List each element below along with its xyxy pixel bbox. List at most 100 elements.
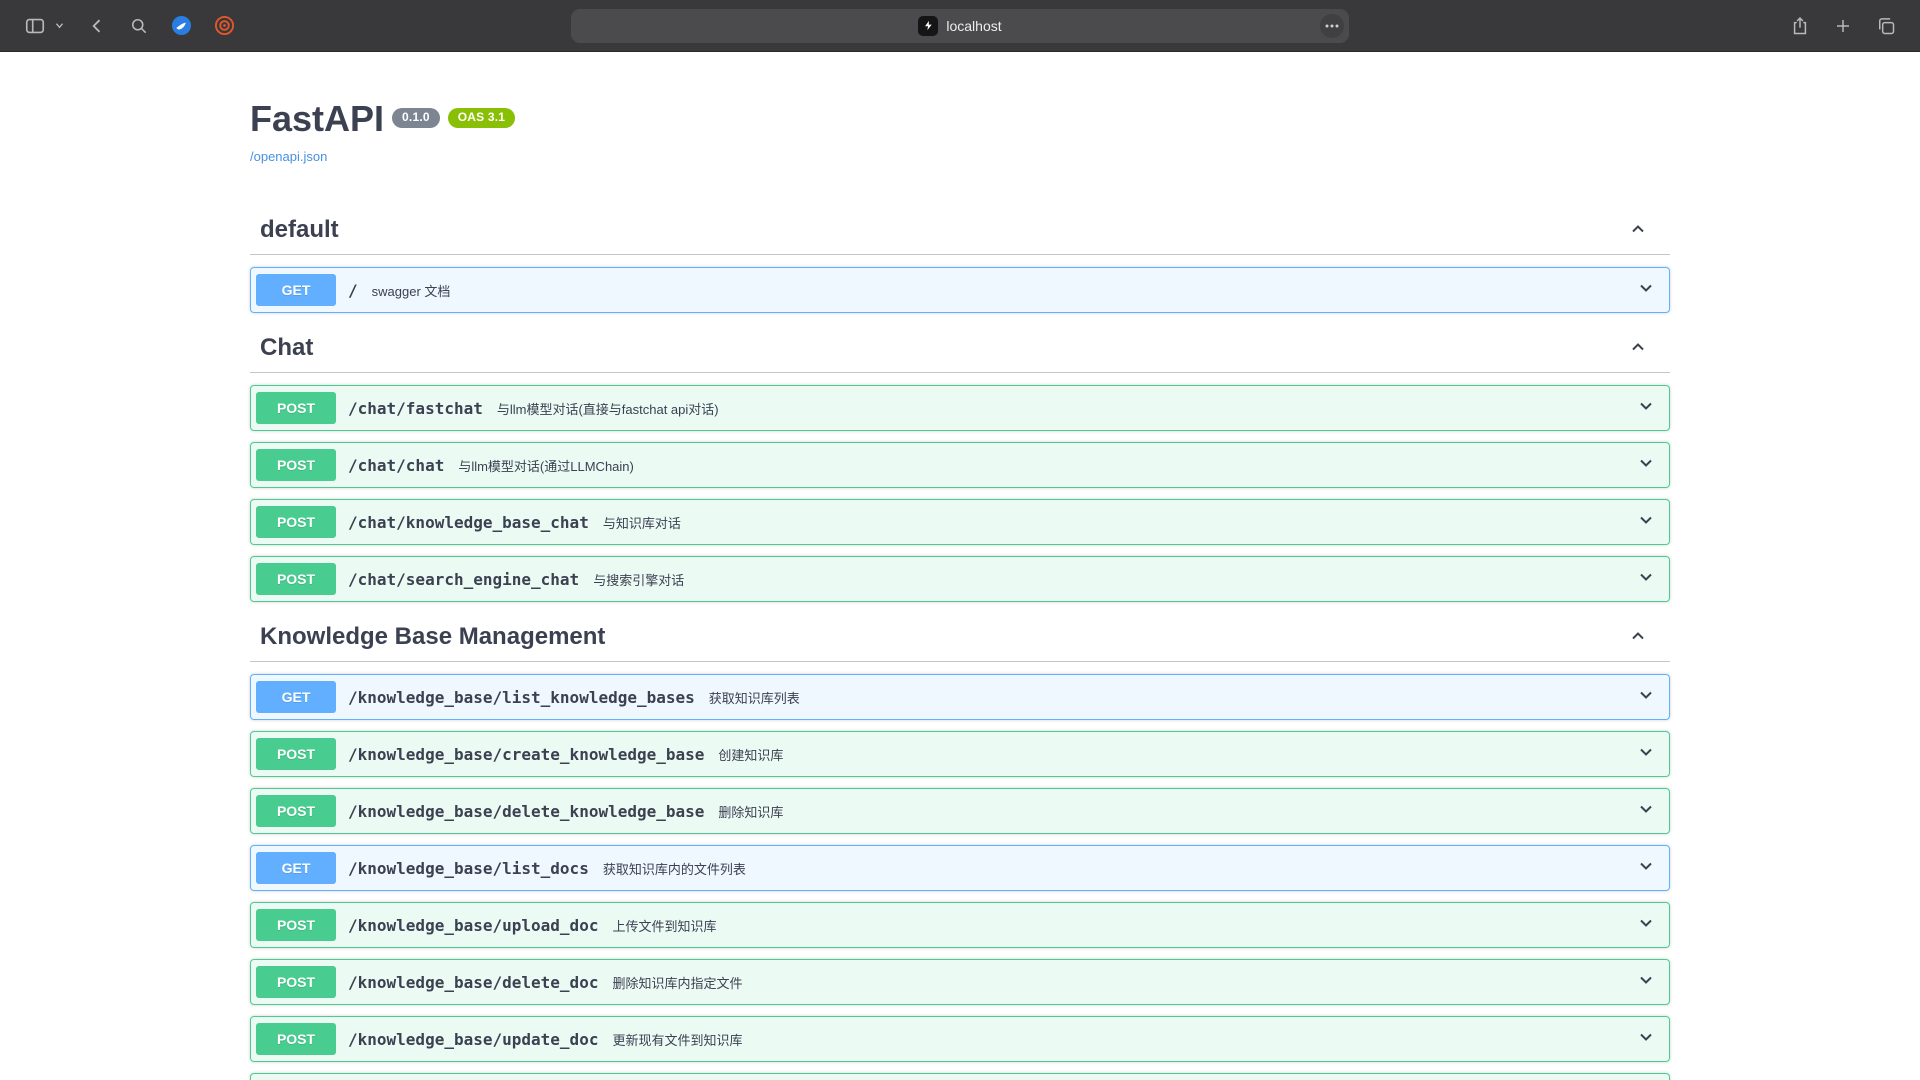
operation-description: 删除知识库内指定文件: [608, 973, 1636, 992]
expand-operation-button[interactable]: [1636, 567, 1656, 592]
sections: default GET / swagger 文档 Chat: [250, 206, 1670, 1080]
expand-operation-button[interactable]: [1636, 913, 1656, 938]
section-operations: POST /chat/fastchat 与llm模型对话(直接与fastchat…: [250, 373, 1670, 602]
operation-description: 与知识库对话: [599, 513, 1636, 532]
search-icon: [129, 16, 149, 36]
operation-summary-bar[interactable]: POST /knowledge_base/update_doc 更新现有文件到知…: [251, 1017, 1669, 1061]
address-bar-container: localhost: [571, 9, 1349, 43]
operation-summary-bar[interactable]: GET /knowledge_base/list_knowledge_bases…: [251, 675, 1669, 719]
chevron-down-icon: [1636, 278, 1656, 298]
version-badge: 0.1.0: [392, 108, 440, 128]
page-title: FastAPI0.1.0OAS 3.1: [250, 98, 1670, 139]
operation-description: 创建知识库: [714, 745, 1636, 764]
method-badge: POST: [256, 449, 336, 481]
chevron-down-icon: [54, 20, 65, 31]
operation-summary-bar[interactable]: GET /knowledge_base/list_docs 获取知识库内的文件列…: [251, 846, 1669, 890]
operation-path: /chat/search_engine_chat: [336, 570, 589, 589]
lightning-icon: [923, 20, 934, 31]
operation-row[interactable]: POST /chat/fastchat 与llm模型对话(直接与fastchat…: [250, 385, 1670, 431]
expand-operation-button[interactable]: [1636, 799, 1656, 824]
method-badge: POST: [256, 563, 336, 595]
operation-row[interactable]: GET /knowledge_base/list_docs 获取知识库内的文件列…: [250, 845, 1670, 891]
expand-operation-button[interactable]: [1636, 1027, 1656, 1052]
operation-summary-bar[interactable]: POST /knowledge_base/delete_knowledge_ba…: [251, 789, 1669, 833]
expand-operation-button[interactable]: [1636, 742, 1656, 767]
collapse-section-button[interactable]: [1626, 335, 1650, 362]
operation-summary-bar[interactable]: POST /knowledge_base/create_knowledge_ba…: [251, 732, 1669, 776]
blue-extension-icon: [171, 15, 192, 36]
share-icon: [1790, 16, 1810, 36]
tab-overview-icon: [1876, 16, 1896, 36]
section-title: default: [260, 216, 1626, 244]
operation-row[interactable]: POST /knowledge_base/update_doc 更新现有文件到知…: [250, 1016, 1670, 1062]
operation-summary-bar[interactable]: POST /chat/chat 与llm模型对话(通过LLMChain): [251, 443, 1669, 487]
operation-row[interactable]: POST /knowledge_base/delete_doc 删除知识库内指定…: [250, 959, 1670, 1005]
expand-operation-button[interactable]: [1636, 510, 1656, 535]
method-badge: POST: [256, 909, 336, 941]
share-button[interactable]: [1788, 14, 1812, 38]
section-header[interactable]: default: [250, 206, 1670, 255]
operation-description: 删除知识库: [714, 802, 1636, 821]
operation-row[interactable]: POST /chat/chat 与llm模型对话(通过LLMChain): [250, 442, 1670, 488]
method-badge: GET: [256, 681, 336, 713]
api-section: Knowledge Base Management GET /knowledge…: [250, 613, 1670, 1080]
method-badge: GET: [256, 852, 336, 884]
search-button[interactable]: [127, 14, 151, 38]
swagger-page: FastAPI0.1.0OAS 3.1 /openapi.json defaul…: [0, 52, 1920, 1080]
openapi-spec-link[interactable]: /openapi.json: [250, 149, 327, 164]
operation-row[interactable]: GET /knowledge_base/list_knowledge_bases…: [250, 674, 1670, 720]
expand-operation-button[interactable]: [1636, 396, 1656, 421]
section-header[interactable]: Chat: [250, 324, 1670, 373]
back-button[interactable]: [85, 14, 109, 38]
operation-summary-bar[interactable]: POST /chat/search_engine_chat 与搜索引擎对话: [251, 557, 1669, 601]
expand-operation-button[interactable]: [1636, 970, 1656, 995]
operation-description: 获取知识库列表: [705, 688, 1636, 707]
section-header[interactable]: Knowledge Base Management: [250, 613, 1670, 662]
operation-path: /chat/chat: [336, 456, 454, 475]
new-tab-button[interactable]: [1832, 15, 1854, 37]
collapse-section-button[interactable]: [1626, 624, 1650, 651]
sidebar-icon: [24, 15, 46, 37]
operation-summary-bar[interactable]: POST /knowledge_base/upload_doc 上传文件到知识库: [251, 903, 1669, 947]
operation-row[interactable]: POST /chat/search_engine_chat 与搜索引擎对话: [250, 556, 1670, 602]
content-wrapper: FastAPI0.1.0OAS 3.1 /openapi.json defaul…: [230, 52, 1690, 1080]
toolbar-left-group: [22, 13, 237, 39]
sidebar-toggle-button[interactable]: [22, 13, 48, 39]
method-badge: POST: [256, 1023, 336, 1055]
blue-extension-button[interactable]: [169, 13, 194, 38]
operation-path: /knowledge_base/update_doc: [336, 1030, 608, 1049]
api-section: Chat POST /chat/fastchat 与llm模型对话(直接与fas…: [250, 324, 1670, 602]
collapse-section-button[interactable]: [1626, 217, 1650, 244]
chevron-down-icon: [1636, 510, 1656, 530]
operation-summary-bar[interactable]: POST /chat/fastchat 与llm模型对话(直接与fastchat…: [251, 386, 1669, 430]
operation-path: /knowledge_base/delete_doc: [336, 973, 608, 992]
tab-overview-button[interactable]: [1874, 14, 1898, 38]
operation-description: 与搜索引擎对话: [589, 570, 1636, 589]
operation-summary-bar[interactable]: POST /knowledge_base/recreate_vector_sto…: [251, 1074, 1669, 1080]
expand-operation-button[interactable]: [1636, 453, 1656, 478]
operation-description: swagger 文档: [368, 281, 1636, 300]
address-bar[interactable]: localhost: [571, 9, 1349, 43]
expand-operation-button[interactable]: [1636, 278, 1656, 303]
operation-path: /: [336, 281, 368, 300]
section-title: Knowledge Base Management: [260, 623, 1626, 651]
api-title-text: FastAPI: [250, 98, 384, 139]
expand-operation-button[interactable]: [1636, 685, 1656, 710]
orange-extension-button[interactable]: [212, 13, 237, 38]
method-badge: GET: [256, 274, 336, 306]
plus-icon: [1834, 17, 1852, 35]
operation-row[interactable]: POST /knowledge_base/create_knowledge_ba…: [250, 731, 1670, 777]
operation-row[interactable]: POST /chat/knowledge_base_chat 与知识库对话: [250, 499, 1670, 545]
expand-operation-button[interactable]: [1636, 856, 1656, 881]
operation-row[interactable]: POST /knowledge_base/upload_doc 上传文件到知识库: [250, 902, 1670, 948]
chevron-down-icon: [1636, 453, 1656, 473]
operation-summary-bar[interactable]: POST /chat/knowledge_base_chat 与知识库对话: [251, 500, 1669, 544]
operation-row[interactable]: POST /knowledge_base/delete_knowledge_ba…: [250, 788, 1670, 834]
operation-summary-bar[interactable]: POST /knowledge_base/delete_doc 删除知识库内指定…: [251, 960, 1669, 1004]
operation-row[interactable]: GET / swagger 文档: [250, 267, 1670, 313]
section-operations: GET / swagger 文档: [250, 255, 1670, 313]
page-settings-button[interactable]: [1320, 14, 1344, 38]
sidebar-menu-chevron-button[interactable]: [52, 18, 67, 33]
operation-row[interactable]: POST /knowledge_base/recreate_vector_sto…: [250, 1073, 1670, 1080]
operation-summary-bar[interactable]: GET / swagger 文档: [251, 268, 1669, 312]
